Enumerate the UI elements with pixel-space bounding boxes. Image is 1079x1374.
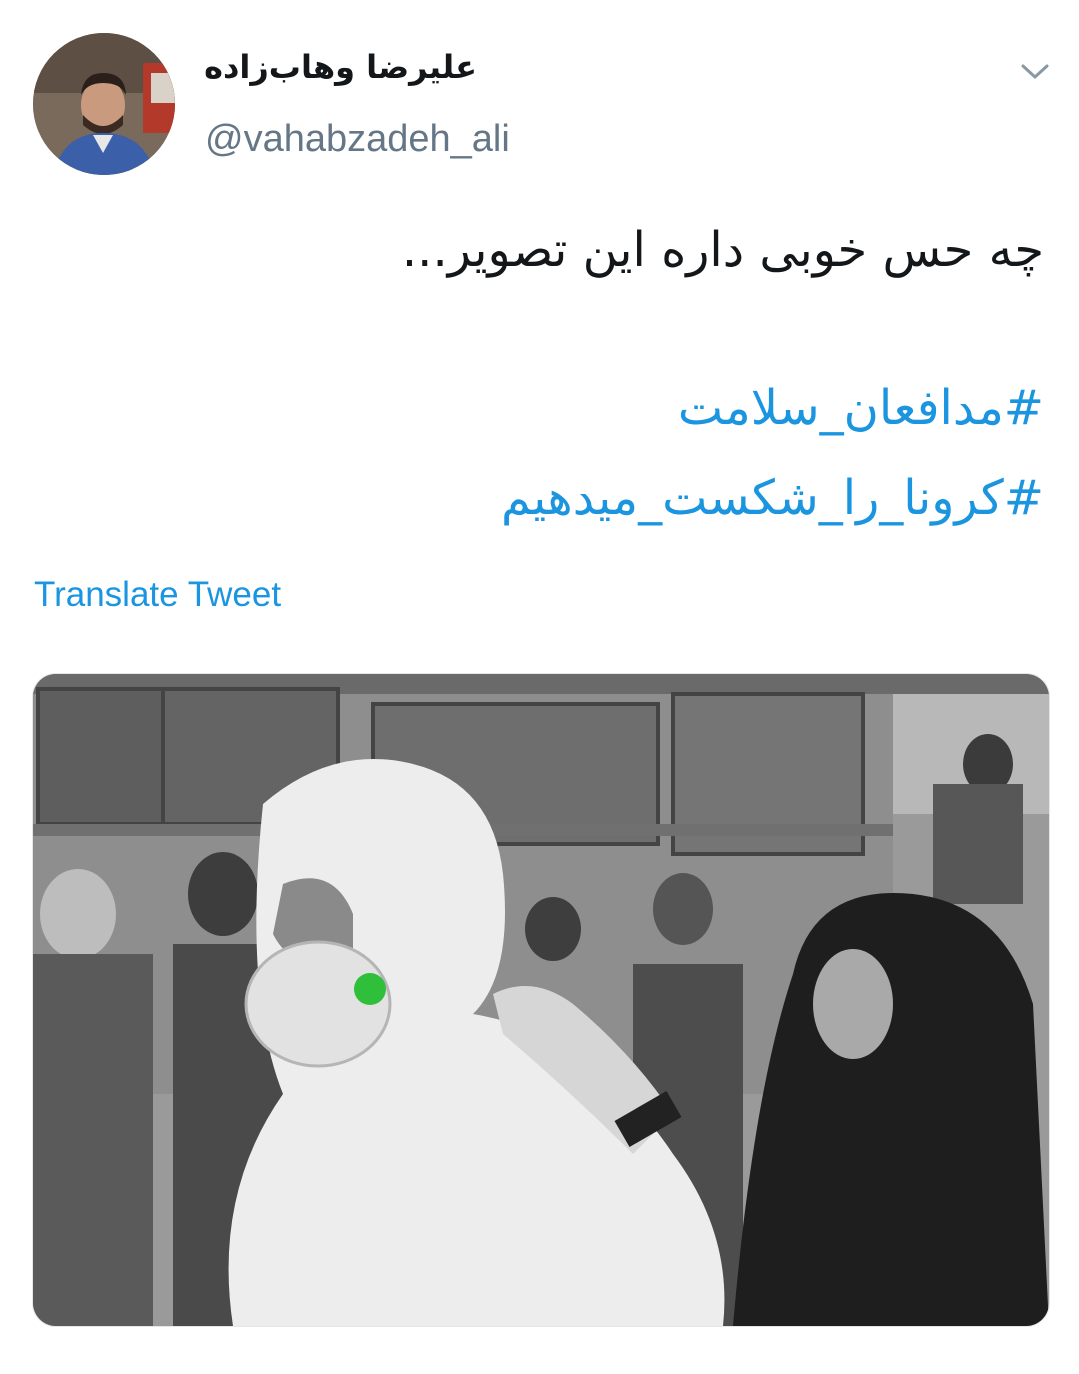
tweet-media-image[interactable]: [32, 673, 1050, 1327]
photo: [33, 674, 1049, 1326]
avatar-photo: [33, 33, 175, 175]
user-handle[interactable]: @vahabzadeh_ali: [205, 118, 510, 161]
avatar[interactable]: [33, 33, 175, 175]
hashtag-link[interactable]: #مدافعان_سلامت: [44, 380, 1044, 436]
translate-tweet-link[interactable]: Translate Tweet: [34, 575, 281, 615]
chevron-down-icon[interactable]: [1015, 60, 1055, 84]
hashtag-link[interactable]: #کرونا_را_شکست_میدهیم: [44, 470, 1044, 526]
display-name[interactable]: علیرضا وهاب‌زاده: [204, 48, 477, 86]
tweet-text: چه حس خوبی داره این تصویر...: [401, 222, 1044, 278]
